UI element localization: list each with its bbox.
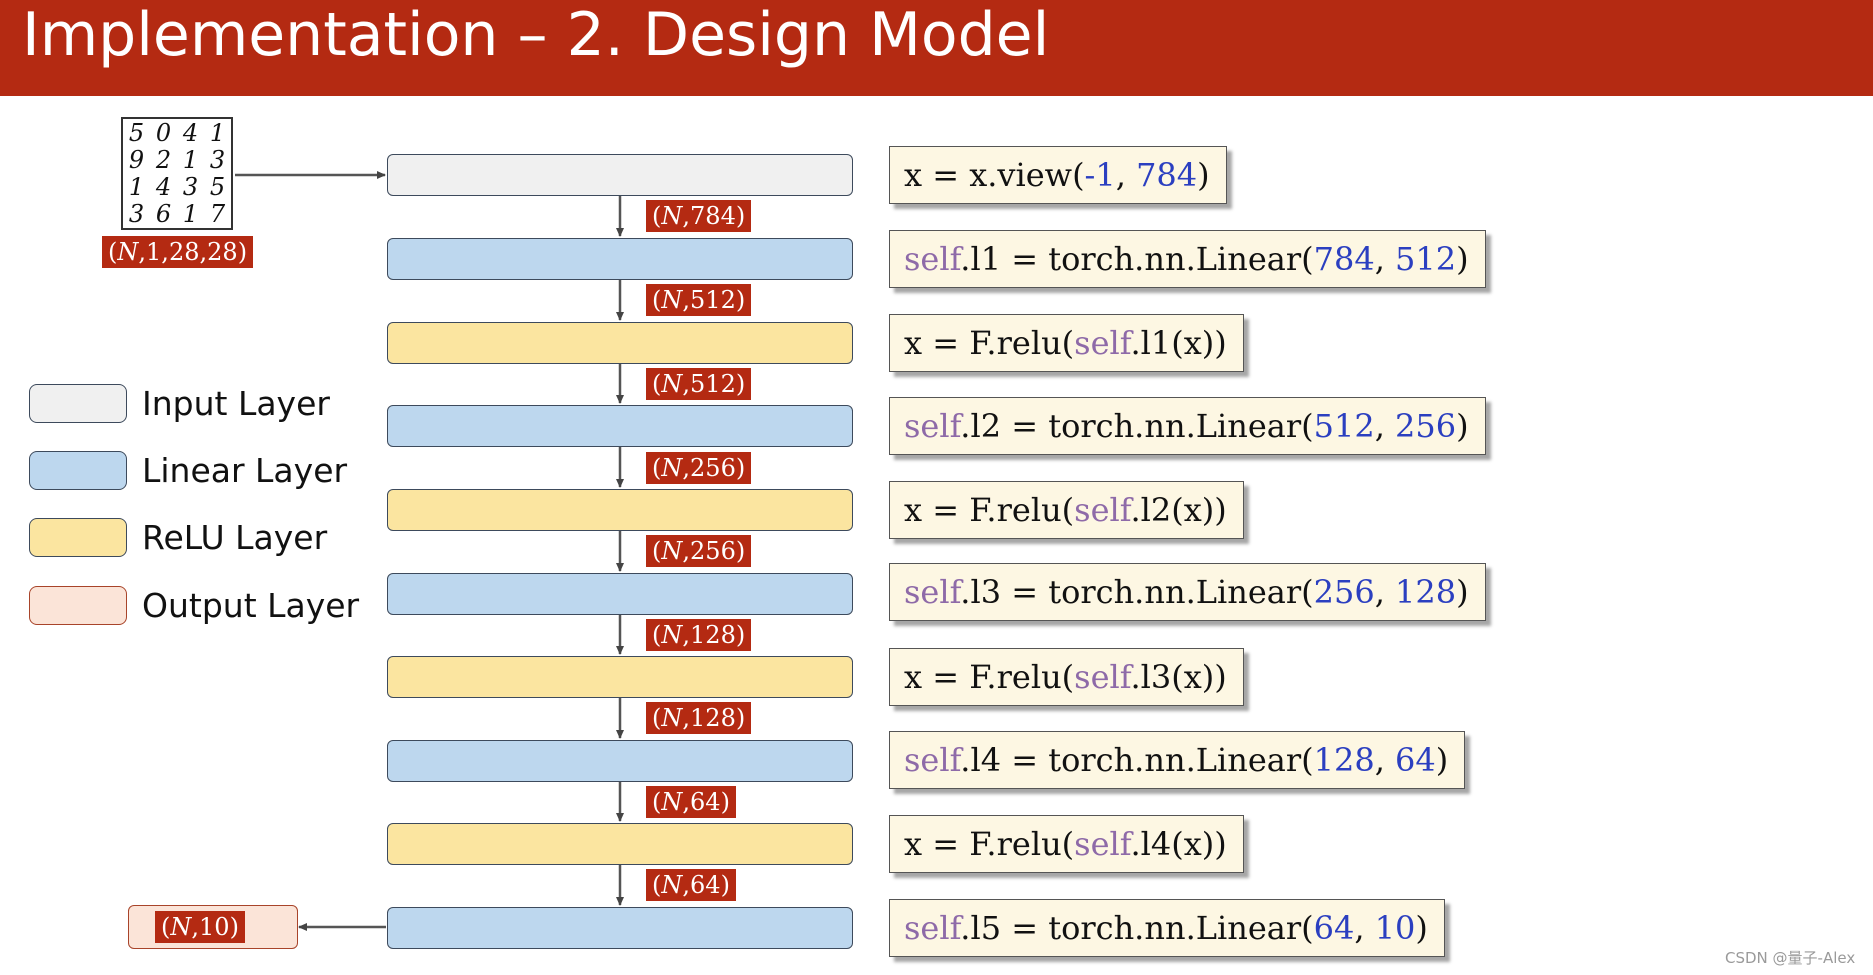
legend-label: Input Layer xyxy=(142,384,330,423)
shape-tag: (N,256) xyxy=(646,452,752,484)
legend-label: Linear Layer xyxy=(142,451,348,490)
code-line: self.l3 = torch.nn.Linear(256, 128) xyxy=(889,563,1486,621)
linear-layer-box-1 xyxy=(387,238,853,280)
code-line: self.l5 = torch.nn.Linear(64, 10) xyxy=(889,899,1445,957)
shape-tag: (N,128) xyxy=(646,619,752,651)
relu-layer-box-2 xyxy=(387,489,853,531)
relu-layer-box-1 xyxy=(387,322,853,364)
code-line: x = F.relu(self.l1(x)) xyxy=(889,314,1244,372)
code-line: self.l2 = torch.nn.Linear(512, 256) xyxy=(889,397,1486,455)
shape-tag: (N,64) xyxy=(646,786,736,818)
linear-layer-box-5 xyxy=(387,907,853,949)
shape-tag: (N,512) xyxy=(646,284,752,316)
code-line: self.l4 = torch.nn.Linear(128, 64) xyxy=(889,731,1466,789)
legend-label: ReLU Layer xyxy=(142,518,328,557)
input-layer-box xyxy=(387,154,853,196)
output-shape-tag: (N,10) xyxy=(155,911,245,943)
shape-tag: (N,64) xyxy=(646,869,736,901)
legend-swatch xyxy=(29,518,127,557)
relu-layer-box-4 xyxy=(387,823,853,865)
shape-tag: (N,256) xyxy=(646,535,752,567)
code-line: x = F.relu(self.l2(x)) xyxy=(889,481,1244,539)
legend-swatch xyxy=(29,384,127,423)
code-line: self.l1 = torch.nn.Linear(784, 512) xyxy=(889,230,1486,288)
legend-label: Output Layer xyxy=(142,586,360,625)
code-line: x = F.relu(self.l3(x)) xyxy=(889,648,1244,706)
shape-tag: (N,784) xyxy=(646,200,752,232)
shape-tag: (N,512) xyxy=(646,368,752,400)
linear-layer-box-3 xyxy=(387,573,853,615)
relu-layer-box-3 xyxy=(387,656,853,698)
code-line: x = x.view(-1, 784) xyxy=(889,146,1227,204)
linear-layer-box-2 xyxy=(387,405,853,447)
legend-swatch xyxy=(29,451,127,490)
watermark: CSDN @量子-Alex xyxy=(1725,949,1856,967)
legend-swatch xyxy=(29,586,127,625)
code-line: x = F.relu(self.l4(x)) xyxy=(889,815,1244,873)
shape-tag: (N,128) xyxy=(646,702,752,734)
linear-layer-box-4 xyxy=(387,740,853,782)
